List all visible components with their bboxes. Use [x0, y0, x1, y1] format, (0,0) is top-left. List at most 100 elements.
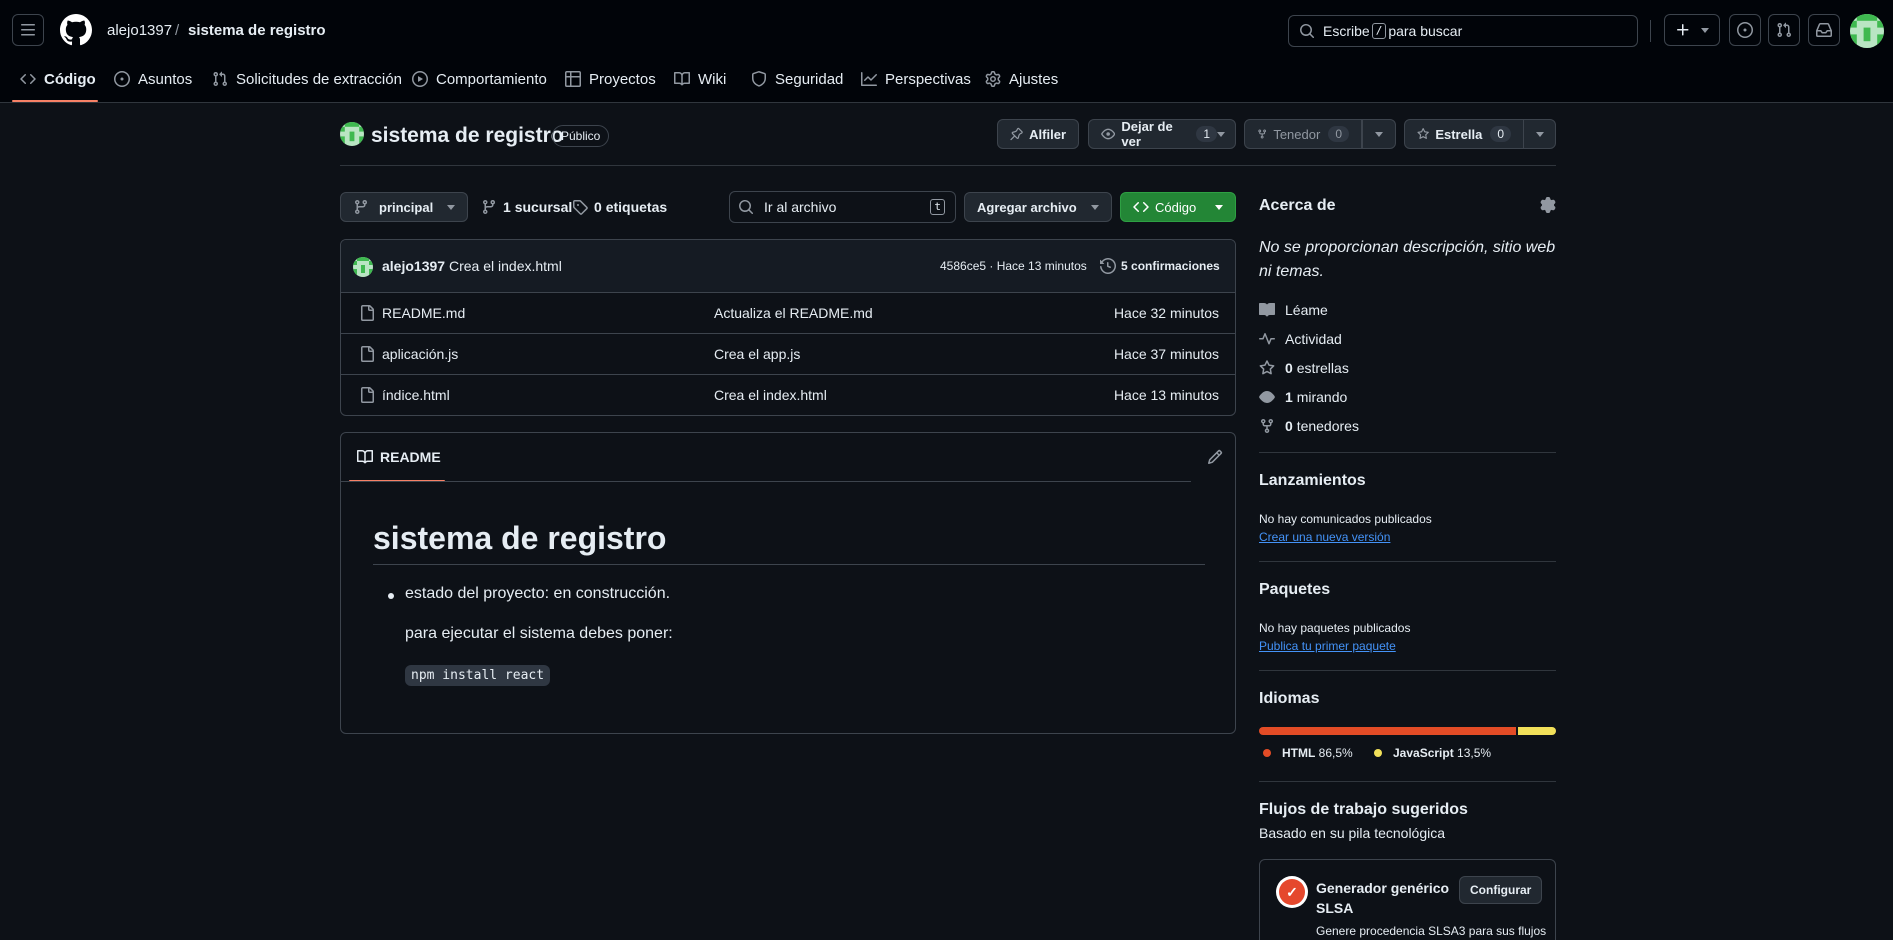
breadcrumb-repo[interactable]: sistema de registro — [188, 20, 326, 42]
pull-request-icon — [213, 71, 228, 87]
file-commit-message[interactable]: Crea el index.html — [714, 387, 827, 403]
tab-pull-requests[interactable]: Solicitudes de extracción — [212, 68, 402, 90]
pull-requests-button[interactable] — [1768, 14, 1800, 46]
stars-count: 0 — [1285, 360, 1293, 376]
latest-commit-bar: alejo1397 Crea el index.html 4586ce5 · H… — [341, 240, 1235, 293]
about-settings-button[interactable] — [1540, 197, 1556, 213]
header-divider — [1650, 20, 1651, 42]
create-new-button[interactable] — [1664, 14, 1720, 46]
add-file-button[interactable]: Agregar archivo — [964, 192, 1112, 222]
watching-count: 1 — [1285, 389, 1293, 405]
file-commit-message[interactable]: Actualiza el README.md — [714, 305, 873, 321]
search-shortcut-key: / — [1371, 23, 1387, 39]
language-percent: 86,5% — [1318, 746, 1353, 760]
tab-code-label: Código — [44, 70, 96, 88]
file-row[interactable]: índice.html Crea el index.html Hace 13 m… — [341, 375, 1235, 415]
issues-button[interactable] — [1729, 14, 1761, 46]
readme-heading-divider — [373, 564, 1205, 565]
file-time: Hace 13 minutos — [1113, 387, 1219, 403]
history-icon — [1100, 258, 1116, 274]
search-placeholder-after: para buscar — [1388, 23, 1463, 39]
readme-link[interactable]: Léame — [1259, 302, 1328, 318]
commit-author[interactable]: alejo1397 — [382, 258, 445, 274]
publish-package-link[interactable]: Publica tu primer paquete — [1259, 639, 1396, 653]
star-icon — [1417, 128, 1429, 139]
chevron-down-icon — [447, 204, 455, 210]
tags-link[interactable]: 0 etiquetas — [572, 199, 667, 215]
star-count: 0 — [1490, 126, 1511, 142]
stars-link[interactable]: 0 estrellas — [1259, 360, 1349, 376]
watch-button[interactable]: Dejar de ver 1 — [1088, 119, 1236, 149]
play-icon — [412, 71, 428, 87]
branch-select-button[interactable]: principal — [340, 192, 468, 222]
branches-count: 1 — [503, 199, 511, 215]
language-html-link[interactable]: HTML 86,5% — [1263, 746, 1353, 760]
watching-link[interactable]: 1 mirando — [1259, 389, 1347, 405]
code-button[interactable]: Código — [1120, 192, 1236, 222]
chevron-down-icon[interactable] — [1217, 131, 1225, 137]
add-file-label: Agregar archivo — [977, 199, 1077, 215]
create-release-link[interactable]: Crear una nueva versión — [1259, 530, 1390, 544]
fork-button[interactable]: Tenedor 0 — [1244, 119, 1362, 149]
tab-issues[interactable]: Asuntos — [114, 68, 192, 90]
commit-sha-time[interactable]: 4586ce5 · Hace 13 minutos — [940, 259, 1087, 273]
branch-icon — [482, 200, 495, 215]
readme-tab[interactable]: README — [357, 449, 441, 465]
branches-link[interactable]: 1 sucursal — [481, 199, 572, 215]
book-icon — [1259, 302, 1275, 317]
inbox-button[interactable] — [1808, 14, 1840, 46]
languages-title: Idiomas — [1259, 690, 1320, 707]
tab-wiki[interactable]: Wiki — [674, 68, 726, 90]
commits-label: confirmaciones — [1131, 259, 1220, 273]
search-icon — [739, 200, 754, 215]
commit-author-avatar[interactable] — [353, 257, 373, 277]
star-dropdown-button[interactable] — [1523, 119, 1556, 149]
repo-title[interactable]: sistema de registro — [371, 122, 564, 150]
file-name[interactable]: índice.html — [382, 387, 450, 403]
goto-file-input[interactable]: Ir al archivo t — [729, 191, 956, 223]
breadcrumb-owner[interactable]: alejo1397 — [107, 20, 172, 42]
commits-link[interactable]: 5 confirmaciones — [1100, 258, 1220, 274]
search-placeholder-before: Escribe — [1323, 23, 1370, 39]
pin-button[interactable]: Alfiler — [997, 119, 1079, 149]
commit-message[interactable]: Crea el index.html — [449, 258, 562, 274]
activity-link[interactable]: Actividad — [1259, 331, 1342, 347]
forks-link[interactable]: 0 tenedores — [1259, 418, 1359, 434]
code-icon — [20, 73, 36, 85]
file-row[interactable]: aplicación.js Crea el app.js Hace 37 min… — [341, 334, 1235, 375]
tab-code[interactable]: Código — [20, 68, 96, 90]
identicon-icon — [1850, 14, 1884, 48]
github-logo-icon[interactable] — [59, 14, 92, 46]
releases-title[interactable]: Lanzamientos — [1259, 472, 1366, 490]
tab-insights[interactable]: Perspectivas — [861, 68, 971, 90]
menu-button[interactable] — [12, 14, 44, 46]
language-javascript-link[interactable]: JavaScript 13,5% — [1374, 746, 1491, 760]
tab-projects[interactable]: Proyectos — [565, 68, 656, 90]
hamburger-icon — [21, 24, 35, 36]
book-icon — [674, 71, 690, 86]
inbox-icon — [1816, 23, 1832, 37]
search-input[interactable]: Escribe / para buscar — [1288, 15, 1638, 47]
watching-label: mirando — [1296, 389, 1348, 405]
file-commit-message[interactable]: Crea el app.js — [714, 346, 800, 362]
packages-empty-text: No hay paquetes publicados — [1259, 621, 1411, 635]
tab-settings[interactable]: Ajustes — [985, 68, 1058, 90]
fork-dropdown-button[interactable] — [1362, 119, 1396, 149]
edit-readme-button[interactable] — [1203, 445, 1227, 469]
chevron-down-icon — [1215, 204, 1223, 210]
file-row[interactable]: README.md Actualiza el README.md Hace 32… — [341, 293, 1235, 334]
file-name[interactable]: README.md — [382, 305, 465, 321]
tab-actions[interactable]: Comportamiento — [412, 68, 547, 90]
identicon-icon — [340, 122, 364, 146]
packages-title[interactable]: Paquetes — [1259, 581, 1330, 599]
fork-count: 0 — [1328, 126, 1349, 142]
tab-settings-label: Ajustes — [1009, 70, 1059, 88]
file-name[interactable]: aplicación.js — [382, 346, 458, 362]
configure-workflow-button[interactable]: Configurar — [1459, 876, 1543, 904]
tags-label: etiquetas — [605, 199, 668, 215]
language-bar — [1259, 727, 1556, 735]
star-button[interactable]: Estrella 0 — [1404, 119, 1524, 149]
tab-security[interactable]: Seguridad — [751, 68, 843, 90]
fork-label: Tenedor — [1273, 126, 1321, 142]
user-avatar[interactable] — [1850, 14, 1884, 48]
